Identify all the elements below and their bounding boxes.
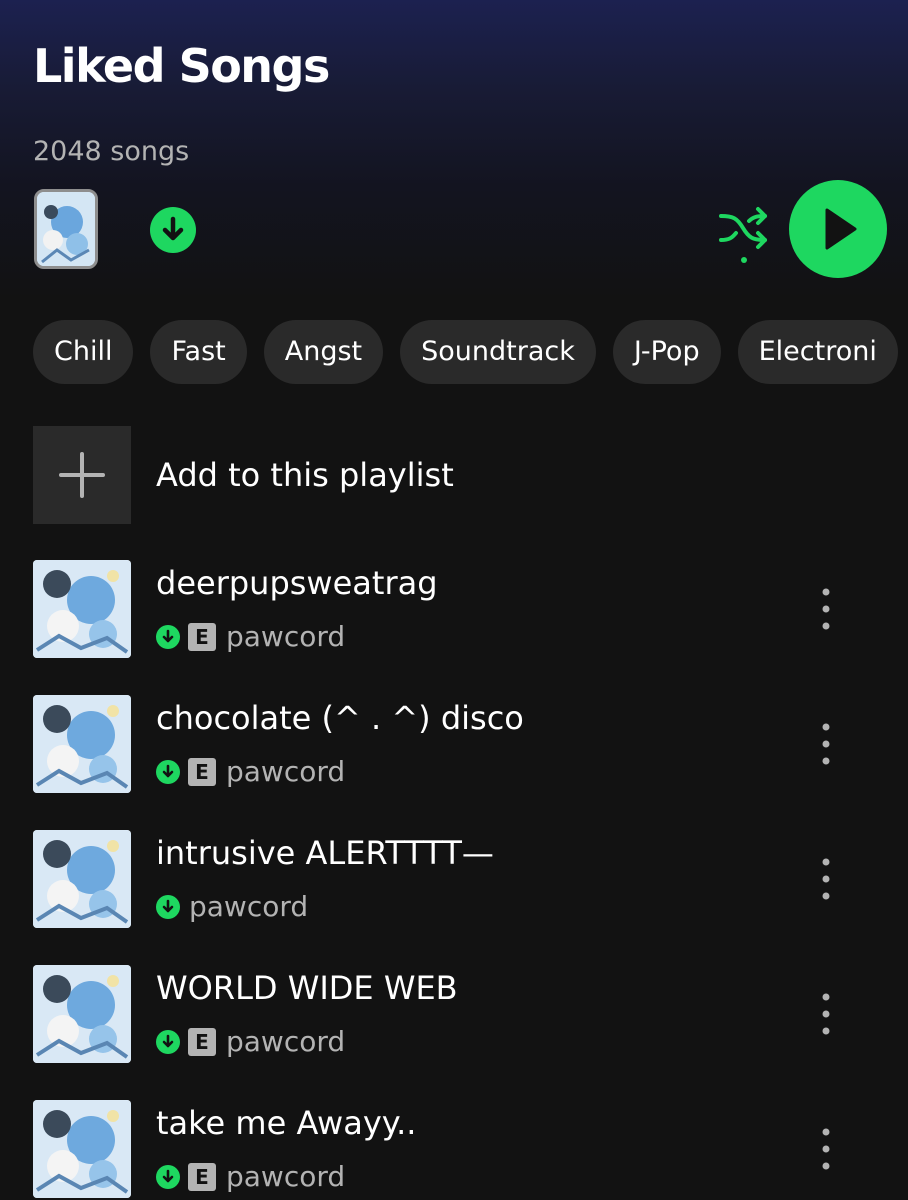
more-vertical-icon — [822, 588, 830, 630]
add-to-playlist-row[interactable]: Add to this playlist — [33, 426, 893, 524]
track-artwork — [33, 965, 131, 1063]
track-artwork — [33, 1100, 131, 1198]
track-title: take me Awayy.. — [156, 1104, 417, 1142]
track-artist[interactable]: pawcord — [226, 617, 345, 657]
track-title: WORLD WIDE WEB — [156, 969, 458, 1007]
downloaded-icon — [156, 760, 180, 784]
downloaded-icon — [156, 1030, 180, 1054]
filter-chip-angst[interactable]: Angst — [263, 320, 384, 384]
song-count: 2048 songs — [33, 136, 190, 167]
explicit-badge: E — [188, 1163, 216, 1191]
more-options-button[interactable] — [811, 989, 841, 1039]
track-title: deerpupsweatrag — [156, 564, 438, 602]
track-title: chocolate (^ . ^) disco — [156, 699, 524, 737]
shuffle-button[interactable] — [717, 204, 771, 266]
track-title: intrusive ALERTTTT— — [156, 834, 494, 872]
explicit-badge: E — [188, 623, 216, 651]
album-art-image — [33, 830, 131, 928]
album-art-image — [33, 560, 131, 658]
downloaded-icon — [156, 895, 180, 919]
download-circle-icon — [162, 216, 184, 241]
download-button[interactable] — [150, 207, 196, 253]
track-artist[interactable]: pawcord — [226, 1022, 345, 1062]
album-art-image — [33, 1100, 131, 1198]
more-vertical-icon — [822, 723, 830, 765]
track-artwork — [33, 695, 131, 793]
add-to-playlist-label: Add to this playlist — [156, 456, 454, 494]
filter-chip-chill[interactable]: Chill — [33, 320, 134, 384]
more-vertical-icon — [822, 993, 830, 1035]
album-art-image — [33, 695, 131, 793]
track-row[interactable]: chocolate (^ . ^) disco E pawcord — [33, 695, 893, 793]
track-artist[interactable]: pawcord — [189, 887, 308, 927]
plus-icon — [59, 452, 105, 498]
more-options-button[interactable] — [811, 584, 841, 634]
downloaded-icon — [156, 1165, 180, 1189]
explicit-badge: E — [188, 1028, 216, 1056]
track-artist[interactable]: pawcord — [226, 752, 345, 792]
downloaded-icon — [156, 625, 180, 649]
play-icon — [825, 208, 857, 250]
track-row[interactable]: deerpupsweatrag E pawcord — [33, 560, 893, 658]
more-vertical-icon — [822, 1128, 830, 1170]
explicit-badge: E — [188, 758, 216, 786]
cover-art-image — [37, 192, 95, 266]
more-vertical-icon — [822, 858, 830, 900]
page-title: Liked Songs — [33, 39, 330, 93]
more-options-button[interactable] — [811, 1124, 841, 1174]
track-row[interactable]: take me Awayy.. E pawcord — [33, 1100, 893, 1198]
shuffle-icon — [719, 207, 767, 263]
track-artwork — [33, 560, 131, 658]
filter-chip-jpop[interactable]: J-Pop — [612, 320, 721, 384]
filter-chip-fast[interactable]: Fast — [150, 320, 247, 384]
track-artist[interactable]: pawcord — [226, 1157, 345, 1197]
track-row[interactable]: WORLD WIDE WEB E pawcord — [33, 965, 893, 1063]
add-box — [33, 426, 131, 524]
album-art-image — [33, 965, 131, 1063]
track-row[interactable]: intrusive ALERTTTT— pawcord — [33, 830, 893, 928]
play-button[interactable] — [789, 180, 887, 278]
filter-chip-soundtrack[interactable]: Soundtrack — [400, 320, 596, 384]
playlist-cover[interactable] — [34, 189, 98, 269]
filter-chips: Chill Fast Angst Soundtrack J-Pop Electr… — [33, 320, 898, 384]
filter-chip-electronic[interactable]: Electroni — [737, 320, 898, 384]
more-options-button[interactable] — [811, 719, 841, 769]
more-options-button[interactable] — [811, 854, 841, 904]
track-artwork — [33, 830, 131, 928]
